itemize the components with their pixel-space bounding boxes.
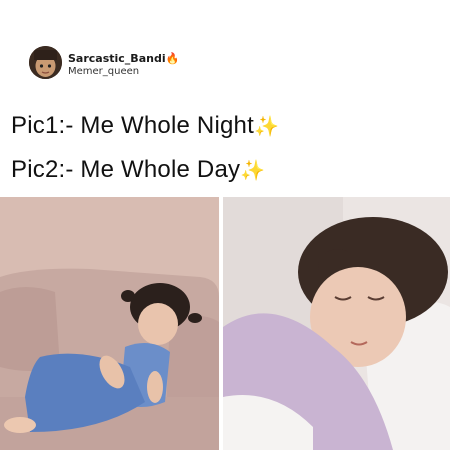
sleeping-child-on-couch-photo [0, 197, 219, 450]
author-block: Sarcastic_Bandi🔥 Memer_queen [68, 48, 179, 77]
photo-night[interactable] [0, 197, 219, 450]
avatar[interactable] [29, 46, 62, 79]
sparkles-icon: ✨ [253, 116, 280, 138]
sparkles-icon: ✨ [240, 160, 266, 182]
fire-icon: 🔥 [165, 52, 180, 66]
photo-day[interactable] [223, 197, 450, 450]
author-name[interactable]: Sarcastic_Bandi [68, 52, 166, 65]
sleeping-child-in-bed-photo [223, 197, 450, 450]
caption-pic2: Pic2:- Me Whole Day✨ [11, 156, 265, 184]
caption-text: Pic1:- Me Whole Night [11, 112, 254, 139]
caption-text: Pic2:- Me Whole Day [11, 156, 241, 183]
author-subname: Memer_queen [68, 65, 140, 77]
post-header: Sarcastic_Bandi🔥 Memer_queen [29, 46, 179, 79]
caption-pic1: Pic1:- Me Whole Night✨ [11, 112, 279, 140]
